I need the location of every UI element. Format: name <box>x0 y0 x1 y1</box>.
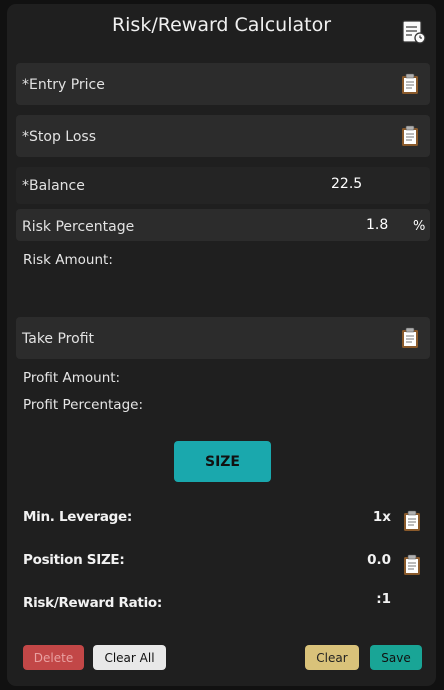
position-size-value: 0.0 <box>367 552 391 568</box>
history-clipboard-icon[interactable] <box>401 19 427 45</box>
entry-price-label: *Entry Price <box>22 77 105 93</box>
risk-percentage-field[interactable]: Risk Percentage 1.8 % <box>16 209 430 241</box>
risk-reward-ratio-label: Risk/Reward Ratio: <box>23 595 162 611</box>
profit-amount-label: Profit Amount: <box>23 370 121 386</box>
clear-button[interactable]: Clear <box>305 645 359 670</box>
balance-value: 22.5 <box>331 176 363 192</box>
paste-clipboard-icon[interactable] <box>401 73 419 95</box>
stop-loss-field[interactable]: *Stop Loss <box>16 115 430 157</box>
copy-clipboard-icon[interactable] <box>403 510 421 532</box>
risk-amount-label: Risk Amount: <box>23 252 113 268</box>
min-leverage-value: 1x <box>372 509 391 525</box>
percent-unit: % <box>413 219 426 234</box>
delete-button[interactable]: Delete <box>23 645 84 670</box>
page-title: Risk/Reward Calculator <box>111 14 332 36</box>
copy-clipboard-icon[interactable] <box>403 554 421 576</box>
size-button[interactable]: SIZE <box>174 441 271 482</box>
risk-percentage-label: Risk Percentage <box>22 219 135 235</box>
paste-clipboard-icon[interactable] <box>401 327 419 349</box>
entry-price-field[interactable]: *Entry Price <box>16 63 430 105</box>
stop-loss-label: *Stop Loss <box>22 129 96 145</box>
position-size-label: Position SIZE: <box>23 552 125 568</box>
take-profit-field[interactable]: Take Profit <box>16 317 430 359</box>
profit-percentage-label: Profit Percentage: <box>23 397 143 413</box>
save-button[interactable]: Save <box>370 645 422 670</box>
min-leverage-label: Min. Leverage: <box>23 509 133 525</box>
take-profit-label: Take Profit <box>22 331 95 347</box>
risk-percentage-value: 1.8 <box>366 217 389 233</box>
risk-reward-ratio-value: :1 <box>376 591 391 607</box>
balance-label: *Balance <box>22 178 85 194</box>
paste-clipboard-icon[interactable] <box>401 125 419 147</box>
clear-all-button[interactable]: Clear All <box>93 645 166 670</box>
balance-field[interactable]: *Balance 22.5 <box>16 167 430 204</box>
calculator-panel: Risk/Reward Calculator *Entry Price *Sto… <box>7 4 436 686</box>
